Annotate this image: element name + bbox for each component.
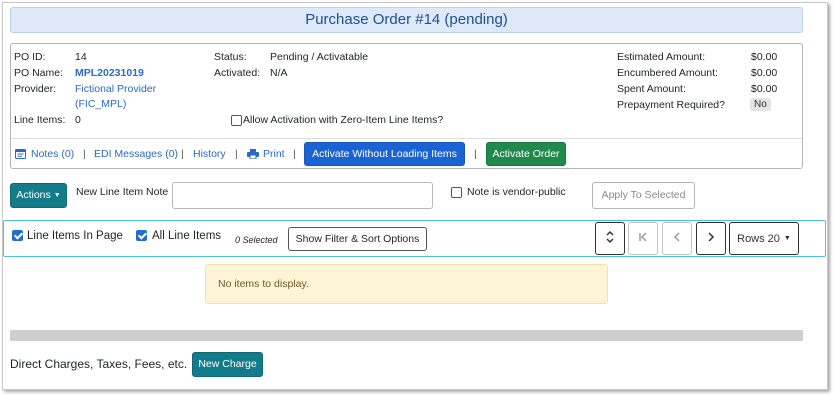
line-items-in-page-label: Line Items In Page [27, 230, 123, 242]
encumbered-value: $0.00 [751, 67, 778, 79]
provider-code-link[interactable]: (FIC_MPL) [75, 97, 126, 111]
expand-collapse-button[interactable] [595, 222, 625, 255]
activate-order-button[interactable]: Activate Order [486, 142, 566, 166]
direct-charges-label: Direct Charges, Taxes, Fees, etc. [10, 357, 188, 371]
status-label: Status: [214, 51, 247, 63]
activated-label: Activated: [214, 67, 261, 79]
separator: | [181, 148, 184, 160]
apply-to-selected-button[interactable]: Apply To Selected [592, 182, 695, 209]
section-divider-bar [10, 330, 803, 341]
separator: | [83, 148, 86, 160]
zero-item-label: Allow Activation with Zero-Item Line Ite… [243, 114, 444, 126]
all-line-items-checkbox[interactable] [136, 230, 147, 241]
estimated-label: Estimated Amount: [617, 51, 706, 63]
summary-divider [11, 138, 802, 139]
new-charge-button[interactable]: New Charge [192, 352, 263, 377]
encumbered-label: Encumbered Amount: [617, 67, 718, 79]
chevron-left-icon [673, 231, 681, 246]
chevron-right-icon [707, 231, 715, 246]
first-page-icon [638, 231, 648, 246]
provider-label: Provider: [14, 83, 57, 95]
separator: | [474, 148, 477, 160]
activate-without-loading-button[interactable]: Activate Without Loading Items [304, 142, 465, 166]
line-items-in-page-checkbox[interactable] [12, 230, 23, 241]
actions-label: Actions [16, 189, 51, 201]
notes-link[interactable]: Notes (0) [31, 148, 74, 160]
empty-grid-message: No items to display. [205, 264, 608, 304]
new-note-label: New Line Item Note [76, 186, 169, 198]
history-link[interactable]: History [193, 148, 226, 160]
print-icon [247, 149, 259, 160]
separator: | [293, 148, 296, 160]
page-title: Purchase Order #14 (pending) [10, 7, 803, 33]
new-line-item-note-input[interactable] [172, 182, 433, 209]
provider-link[interactable]: Fictional Provider [75, 82, 156, 96]
expand-collapse-icon [605, 230, 615, 247]
actions-dropdown-button[interactable]: Actions ▼ [10, 183, 67, 208]
all-line-items-label: All Line Items [152, 230, 222, 242]
po-id-value: 14 [75, 51, 87, 63]
next-page-button[interactable] [696, 222, 726, 255]
line-items-value: 0 [75, 114, 81, 126]
estimated-value: $0.00 [751, 51, 778, 63]
print-link[interactable]: Print [263, 148, 285, 160]
zero-item-checkbox[interactable] [231, 115, 242, 126]
spent-value: $0.00 [751, 83, 778, 95]
edi-messages-link[interactable]: EDI Messages (0) [94, 148, 178, 160]
caret-down-icon: ▼ [783, 235, 791, 242]
po-name-link[interactable]: MPL20231019 [75, 66, 144, 80]
po-name-label: PO Name: [14, 67, 64, 79]
selected-count: 0 Selected [235, 235, 278, 245]
po-id-label: PO ID: [14, 51, 46, 63]
prepayment-label: Prepayment Required? [617, 99, 725, 111]
vendor-public-label: Note is vendor-public [467, 186, 566, 198]
prepayment-badge: No [750, 98, 771, 111]
line-items-label: Line Items: [14, 114, 66, 126]
status-value: Pending / Activatable [270, 51, 369, 63]
show-filter-sort-button[interactable]: Show Filter & Sort Options [288, 227, 427, 251]
rows-per-page-dropdown[interactable]: Rows 20 ▼ [729, 222, 799, 255]
caret-down-icon: ▼ [53, 192, 61, 199]
notes-icon [15, 149, 26, 159]
activated-value: N/A [270, 67, 288, 79]
separator: | [235, 148, 238, 160]
first-page-button[interactable] [628, 222, 658, 255]
spent-label: Spent Amount: [617, 83, 686, 95]
previous-page-button[interactable] [662, 222, 692, 255]
rows-label: Rows 20 [737, 232, 780, 245]
vendor-public-checkbox[interactable] [451, 187, 462, 198]
